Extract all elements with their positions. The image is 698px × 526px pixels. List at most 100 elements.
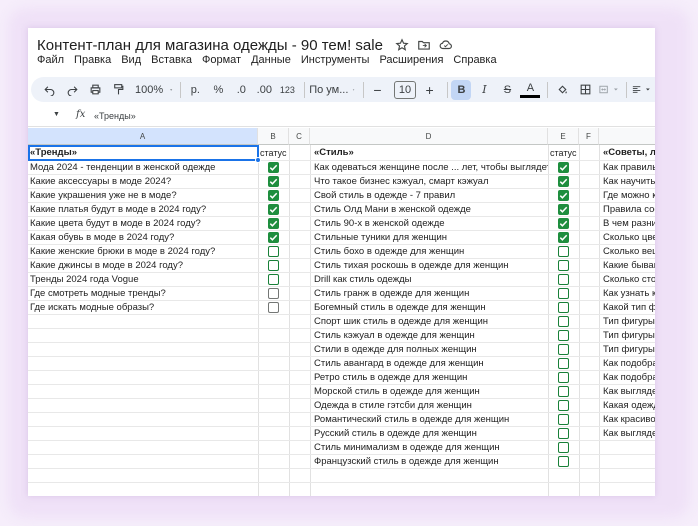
header-cell-d[interactable]: «Стиль» xyxy=(312,146,548,160)
status-checkbox[interactable] xyxy=(558,372,569,383)
decrease-decimal-button[interactable]: .0 xyxy=(231,80,251,100)
cloud-status-icon[interactable] xyxy=(439,38,453,52)
menu-extensions[interactable]: Расширения xyxy=(379,54,443,70)
status-checkbox[interactable] xyxy=(268,162,279,173)
borders-icon[interactable] xyxy=(575,80,595,100)
name-box-dropdown-icon[interactable]: ▼ xyxy=(53,111,60,118)
status-checkbox[interactable] xyxy=(558,232,569,243)
redo-icon[interactable] xyxy=(62,80,82,100)
table-cell[interactable]: Как выгляде xyxy=(599,385,655,399)
table-cell[interactable]: Спорт шик стиль в одежде для женщин xyxy=(312,315,548,329)
strikethrough-button[interactable]: S xyxy=(497,80,517,100)
status-checkbox[interactable] xyxy=(558,414,569,425)
table-cell[interactable]: Стиль кэжуал в одежде для женщин xyxy=(312,329,548,343)
table-cell[interactable]: Где искать модные образы? xyxy=(28,301,258,315)
align-icon[interactable] xyxy=(631,80,652,100)
status-checkbox[interactable] xyxy=(558,190,569,201)
table-cell[interactable]: Стиль Олд Мани в женской одежде xyxy=(312,203,548,217)
status-checkbox[interactable] xyxy=(558,218,569,229)
table-cell[interactable]: Стиль гранж в одежде для женщин xyxy=(312,287,548,301)
table-cell[interactable]: Какие платья будут в моде в 2024 году? xyxy=(28,203,258,217)
column-header-e[interactable]: E xyxy=(548,128,579,145)
italic-button[interactable]: I xyxy=(474,80,494,100)
table-cell[interactable]: Сколько веш xyxy=(599,245,655,259)
status-checkbox[interactable] xyxy=(558,162,569,173)
table-cell[interactable]: Какой тип ф xyxy=(599,301,655,315)
menu-file[interactable]: Файл xyxy=(37,54,64,70)
table-cell[interactable]: Тип фигуры xyxy=(599,315,655,329)
document-title[interactable]: Контент-план для магазина одежды - 90 те… xyxy=(37,37,383,54)
format-currency-button[interactable]: р. xyxy=(185,80,205,100)
table-cell[interactable]: Морской стиль в одежде для женщин xyxy=(312,385,548,399)
status-checkbox[interactable] xyxy=(558,442,569,453)
table-cell[interactable]: Стили в одежде для полных женщин xyxy=(312,343,548,357)
status-checkbox[interactable] xyxy=(268,246,279,257)
table-cell[interactable]: Стиль тихая роскошь в одежде для женщин xyxy=(312,259,548,273)
column-header-f[interactable]: F xyxy=(579,128,599,145)
table-cell[interactable]: Как научить xyxy=(599,175,655,189)
table-cell[interactable]: Как подобра xyxy=(599,371,655,385)
status-checkbox[interactable] xyxy=(558,330,569,341)
table-cell[interactable]: Сколько цве xyxy=(599,231,655,245)
table-cell[interactable]: Как правиль xyxy=(599,161,655,175)
menu-tools[interactable]: Инструменты xyxy=(301,54,370,70)
menu-view[interactable]: Вид xyxy=(121,54,141,70)
status-checkbox[interactable] xyxy=(268,274,279,285)
status-checkbox[interactable] xyxy=(558,316,569,327)
format-percent-button[interactable]: % xyxy=(208,80,228,100)
menu-edit[interactable]: Правка xyxy=(74,54,111,70)
table-cell[interactable]: Стиль бохо в одежде для женщин xyxy=(312,245,548,259)
status-checkbox[interactable] xyxy=(558,274,569,285)
status-checkbox[interactable] xyxy=(558,344,569,355)
status-checkbox[interactable] xyxy=(558,260,569,271)
status-checkbox[interactable] xyxy=(268,176,279,187)
table-cell[interactable]: Мода 2024 - тенденции в женской одежде xyxy=(28,161,258,175)
table-cell[interactable]: Стиль минимализм в одежде для женщин xyxy=(312,441,548,455)
column-header-c[interactable]: C xyxy=(289,128,310,145)
status-checkbox[interactable] xyxy=(268,260,279,271)
table-cell[interactable]: Какие украшения уже не в моде? xyxy=(28,189,258,203)
status-checkbox[interactable] xyxy=(268,232,279,243)
move-to-folder-icon[interactable] xyxy=(417,38,431,52)
table-cell[interactable]: Богемный стиль в одежде для женщин xyxy=(312,301,548,315)
column-header-b[interactable]: B xyxy=(258,128,289,145)
status-checkbox[interactable] xyxy=(268,288,279,299)
table-cell[interactable]: Как красиво xyxy=(599,413,655,427)
table-cell[interactable]: Одежда в стиле гэтсби для женщин xyxy=(312,399,548,413)
status-checkbox[interactable] xyxy=(558,302,569,313)
table-cell[interactable]: Какие джинсы в моде в 2024 году? xyxy=(28,259,258,273)
increase-decimal-button[interactable]: .00 xyxy=(254,80,274,100)
status-checkbox[interactable] xyxy=(558,386,569,397)
paint-format-icon[interactable] xyxy=(108,80,128,100)
table-cell[interactable]: Романтический стиль в одежде для женщин xyxy=(312,413,548,427)
undo-icon[interactable] xyxy=(39,80,59,100)
decrease-font-size-button[interactable]: − xyxy=(367,80,387,100)
status-checkbox[interactable] xyxy=(558,428,569,439)
table-cell[interactable]: Какая обувь в моде в 2024 году? xyxy=(28,231,258,245)
table-cell[interactable]: Как выгляде xyxy=(599,427,655,441)
status-checkbox[interactable] xyxy=(558,288,569,299)
table-cell[interactable]: Ретро стиль в одежде для женщин xyxy=(312,371,548,385)
status-checkbox[interactable] xyxy=(558,400,569,411)
zoom-select[interactable]: 100% xyxy=(135,80,173,100)
fill-color-icon[interactable] xyxy=(552,80,572,100)
table-cell[interactable]: Drill как стиль одежды xyxy=(312,273,548,287)
menu-format[interactable]: Формат xyxy=(202,54,241,70)
increase-font-size-button[interactable]: + xyxy=(420,80,440,100)
header-cell-e[interactable]: статус xyxy=(548,146,579,160)
table-cell[interactable]: Как узнать к xyxy=(599,287,655,301)
table-cell[interactable]: Где смотреть модные тренды? xyxy=(28,287,258,301)
status-checkbox[interactable] xyxy=(558,204,569,215)
column-header-g[interactable] xyxy=(599,128,655,145)
header-cell-g[interactable]: «Советы, л xyxy=(599,146,655,160)
table-cell[interactable]: Стильные туники для женщин xyxy=(312,231,548,245)
table-cell[interactable]: Какие бываю xyxy=(599,259,655,273)
menu-data[interactable]: Данные xyxy=(251,54,291,70)
table-cell[interactable]: Что такое бизнес кэжуал, смарт кэжуал xyxy=(312,175,548,189)
status-checkbox[interactable] xyxy=(268,302,279,313)
text-color-button[interactable]: A xyxy=(520,82,541,98)
table-cell[interactable]: Стиль авангард в одежде для женщин xyxy=(312,357,548,371)
table-cell[interactable]: Стиль 90-х в женской одежде xyxy=(312,217,548,231)
print-icon[interactable] xyxy=(85,80,105,100)
table-cell[interactable]: Правила сос xyxy=(599,203,655,217)
